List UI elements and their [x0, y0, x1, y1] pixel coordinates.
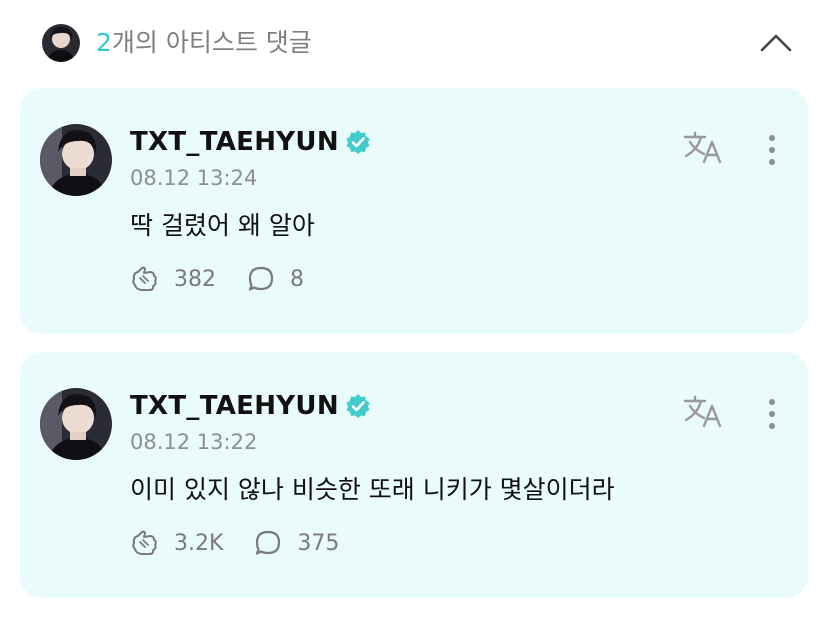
comment-card: TXT_TAEHYUN 08.12 13:22 이미 있지 않나 비슷한 또래 …	[20, 352, 808, 598]
artist-comments-header: 2개의 아티스트 댓글	[0, 0, 828, 84]
timestamp: 08.12 13:24	[130, 166, 258, 190]
verified-badge-icon	[346, 394, 370, 418]
reply-count: 8	[290, 266, 304, 292]
timestamp: 08.12 13:22	[130, 430, 258, 454]
like-count: 382	[174, 266, 216, 292]
comment-text: 이미 있지 않나 비슷한 또래 니키가 몇살이더라	[130, 475, 615, 504]
collapse-button[interactable]	[758, 28, 794, 56]
like-hands-icon[interactable]	[130, 264, 160, 294]
chevron-up-icon	[760, 34, 792, 52]
author-row: TXT_TAEHYUN	[130, 390, 371, 422]
reply-count: 375	[297, 530, 340, 556]
author-row: TXT_TAEHYUN	[130, 126, 371, 158]
comment-text: 딱 걸렸어 왜 알아	[130, 211, 315, 240]
header-title-text: 개의 아티스트 댓글	[111, 28, 312, 57]
header-title: 2개의 아티스트 댓글	[96, 28, 312, 58]
avatar[interactable]	[40, 388, 112, 460]
more-options-button[interactable]	[760, 132, 784, 168]
username[interactable]: TXT_TAEHYUN	[130, 127, 339, 157]
translate-icon	[683, 131, 722, 164]
verified-badge-icon	[346, 130, 370, 154]
comment-bubble-icon[interactable]	[246, 264, 276, 294]
comment-actions: 3.2K 375	[130, 528, 369, 558]
more-vertical-icon	[769, 399, 775, 429]
translate-button[interactable]	[682, 130, 726, 166]
comment-actions: 382 8	[130, 264, 334, 294]
translate-icon	[683, 395, 722, 428]
more-vertical-icon	[769, 135, 775, 165]
like-hands-icon[interactable]	[130, 528, 160, 558]
translate-button[interactable]	[682, 394, 726, 430]
avatar[interactable]	[40, 124, 112, 196]
more-options-button[interactable]	[760, 396, 784, 432]
artist-comment-count: 2	[96, 28, 112, 57]
comment-bubble-icon[interactable]	[253, 528, 283, 558]
header-avatar	[42, 24, 80, 62]
like-count: 3.2K	[174, 530, 224, 556]
comment-card: TXT_TAEHYUN 08.12 13:24 딱 걸렸어 왜 알아 382 8	[20, 88, 808, 334]
username[interactable]: TXT_TAEHYUN	[130, 391, 339, 421]
